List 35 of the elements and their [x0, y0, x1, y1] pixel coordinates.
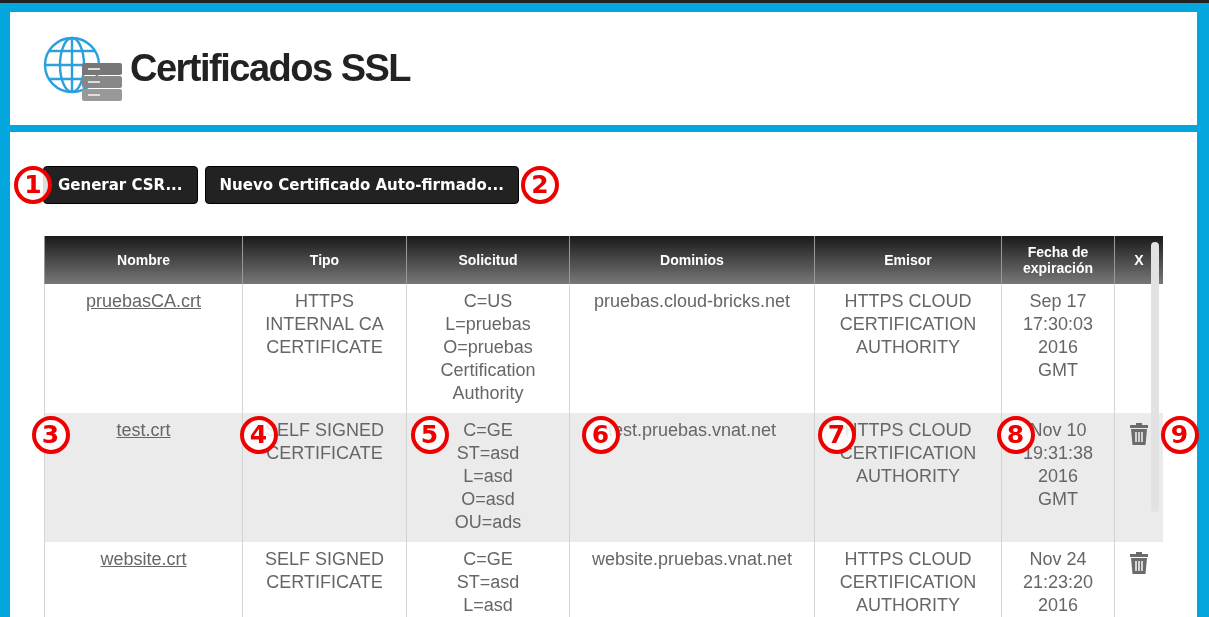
column-header: Dominios — [569, 236, 815, 284]
table-cell: website.pruebas.vnat.net — [569, 542, 815, 617]
certificate-link[interactable]: pruebasCA.crt — [85, 291, 202, 311]
table-cell: Nov 24 21:23:20 2016 — [1001, 542, 1115, 617]
subject-field: O=pruebas Certification Authority — [417, 336, 559, 405]
subject-field: ST=asd — [456, 571, 520, 594]
table-cell: HTTPS CLOUD CERTIFICATION AUTHORITY — [814, 542, 1002, 617]
subject-field: L=pruebas — [445, 313, 531, 336]
table-row[interactable]: website.crt SELF SIGNED CERTIFICATE C=GE ST=asd L=asd website.pruebas.vnat.net HTTPS CLOUD CERTIFICATION AUTHORITY Nov 24 21:23:20 2016 — [44, 542, 1163, 617]
subject-field: L=asd — [463, 594, 513, 617]
subject-field: O=asd — [461, 488, 515, 511]
subject-field: C=US — [463, 290, 513, 313]
certificate-link[interactable]: website.crt — [100, 549, 187, 569]
subject-field: C=GE — [463, 548, 513, 571]
subject-field: ST=asd — [456, 442, 520, 465]
callout-marker: 1 — [14, 166, 52, 204]
scrollbar[interactable] — [1151, 242, 1159, 512]
column-header: Emisor — [814, 236, 1002, 284]
action-button[interactable]: Generar CSR... — [43, 166, 198, 204]
column-header: Tipo — [242, 236, 407, 284]
subject-field: L=asd — [463, 465, 513, 488]
trash-icon[interactable] — [1130, 423, 1148, 445]
column-header: Nombre — [44, 236, 243, 284]
subject-field: OU=ads — [454, 511, 522, 534]
page-title: Certificados SSL — [130, 47, 411, 90]
column-header: Fecha de expiración — [1001, 236, 1115, 284]
subject-field: C=GE — [463, 419, 513, 442]
certificate-link[interactable]: test.crt — [116, 420, 171, 440]
column-header: Solicitud — [406, 236, 570, 284]
table-row[interactable]: pruebasCA.crt HTTPS INTERNAL CA CERTIFICATE C=US L=pruebas O=pruebas Certification Authority pruebas.cloud-bricks.net HTTPS CLOUD CERTIFICATION AUTHORITY Sep 17 17:30:03 2016 GMT — [44, 284, 1163, 413]
globe-server-icon — [42, 34, 124, 103]
action-button[interactable]: Nuevo Certificado Auto-firmado... — [204, 166, 519, 204]
trash-icon[interactable] — [1130, 552, 1148, 574]
table-cell: SELF SIGNED CERTIFICATE — [242, 542, 407, 617]
callout-marker: 2 — [520, 166, 559, 204]
